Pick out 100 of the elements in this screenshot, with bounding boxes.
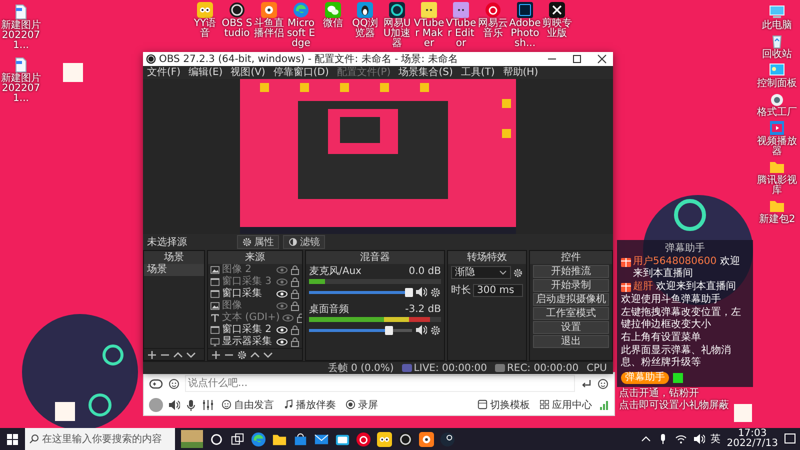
round-logo-icon[interactable] bbox=[440, 432, 455, 446]
lock-icon[interactable] bbox=[290, 277, 300, 287]
cube-face-icon[interactable] bbox=[453, 2, 469, 18]
round-logo-icon[interactable] bbox=[229, 2, 245, 18]
toolbar-button[interactable]: 切换模板 bbox=[475, 398, 532, 412]
clock[interactable]: 17:03 2022/7/13 bbox=[726, 429, 778, 449]
wifi-icon[interactable] bbox=[674, 433, 687, 445]
speaker-icon[interactable] bbox=[692, 433, 705, 445]
paper-square-drawing bbox=[63, 63, 83, 82]
source-item[interactable]: 文本 (GDI+) bbox=[222, 312, 280, 324]
enter-icon[interactable] bbox=[580, 378, 592, 390]
shortcut-label: 网易云音乐 bbox=[477, 19, 509, 39]
ring-logo-icon[interactable] bbox=[389, 2, 405, 18]
down-caret-icon[interactable] bbox=[263, 350, 273, 360]
tip-text: 点击即可设置小礼物屏蔽 bbox=[619, 400, 729, 412]
toolbar-button[interactable]: 应用中心 bbox=[537, 398, 594, 412]
control-button[interactable]: 工作室模式 bbox=[533, 307, 609, 320]
lock-icon[interactable] bbox=[290, 301, 300, 311]
chat-input[interactable]: 说点什么吧... bbox=[185, 375, 575, 392]
penguin-icon[interactable] bbox=[357, 2, 373, 18]
task-view-icon[interactable] bbox=[230, 432, 245, 446]
slider-thumb[interactable] bbox=[385, 326, 394, 334]
file-icon[interactable] bbox=[13, 4, 29, 20]
menu-item[interactable]: 文件(F) bbox=[147, 66, 181, 79]
round-logo-icon[interactable] bbox=[356, 432, 371, 446]
down-caret-icon[interactable] bbox=[186, 350, 196, 360]
toolbar-button[interactable]: 播放伴奏 bbox=[281, 398, 338, 412]
gear-icon[interactable] bbox=[513, 268, 523, 278]
plus-icon[interactable] bbox=[211, 350, 221, 360]
menu-item[interactable]: 视图(V) bbox=[230, 66, 266, 79]
search-placeholder: 在这里输入你要搜索的内容 bbox=[42, 432, 162, 446]
slider-thumb[interactable] bbox=[404, 288, 413, 296]
source-item[interactable]: 窗口采集 2 bbox=[222, 324, 274, 336]
source-item[interactable]: 图像 bbox=[222, 300, 274, 312]
smiley-icon[interactable] bbox=[597, 378, 609, 390]
control-button[interactable]: 退出 bbox=[533, 335, 609, 348]
menu-item[interactable]: 编辑(E) bbox=[188, 66, 223, 79]
source-item[interactable]: 窗口采集 3 bbox=[222, 276, 274, 288]
control-button[interactable]: 启动虚拟摄像机 bbox=[533, 293, 609, 306]
speaker-icon[interactable] bbox=[168, 398, 180, 410]
control-button[interactable]: 设置 bbox=[533, 321, 609, 334]
chat-bubbles-icon[interactable] bbox=[325, 2, 341, 18]
menu-item[interactable]: 帮助(H) bbox=[502, 66, 538, 79]
gear-icon[interactable] bbox=[430, 286, 441, 298]
lock-icon[interactable] bbox=[290, 289, 300, 299]
control-panel-icon[interactable] bbox=[769, 62, 785, 78]
gear-icon[interactable] bbox=[430, 324, 441, 336]
toolbar-button[interactable]: 录屏 bbox=[343, 398, 380, 412]
lens-icon[interactable] bbox=[769, 91, 785, 107]
plus-icon[interactable] bbox=[147, 350, 157, 360]
up-caret-icon[interactable] bbox=[640, 434, 651, 444]
status-text: REC: 00:00:00 bbox=[506, 362, 579, 374]
lock-icon[interactable] bbox=[290, 325, 300, 335]
toolbar-button[interactable]: 自由发言 bbox=[219, 398, 276, 412]
round-logo-icon[interactable] bbox=[398, 432, 413, 446]
chat-message: 用户5648080600 欢迎来到本直播间 bbox=[633, 256, 741, 280]
mascot-icon[interactable] bbox=[261, 2, 277, 18]
up-caret-icon[interactable] bbox=[173, 350, 183, 360]
browser-icon[interactable] bbox=[251, 432, 266, 446]
gear-icon[interactable] bbox=[237, 350, 247, 360]
menu-item[interactable]: 工具(T) bbox=[460, 66, 495, 79]
control-button[interactable]: 开始录制 bbox=[533, 279, 609, 292]
source-item[interactable]: 图像 2 bbox=[222, 264, 274, 276]
speaker-icon[interactable] bbox=[415, 286, 427, 298]
transition-select[interactable]: 渐隐 bbox=[451, 266, 511, 279]
cross-logo-icon[interactable] bbox=[549, 2, 565, 18]
sliders-icon[interactable] bbox=[202, 398, 214, 410]
search-field[interactable]: 在这里输入你要搜索的内容 bbox=[25, 428, 175, 450]
computer-icon[interactable] bbox=[769, 4, 785, 20]
notification-icon[interactable] bbox=[784, 433, 796, 445]
circle-icon[interactable] bbox=[209, 432, 224, 446]
video-icon[interactable] bbox=[769, 120, 785, 136]
source-item[interactable]: 显示器采集 bbox=[222, 336, 274, 348]
microphone-icon[interactable] bbox=[185, 398, 197, 410]
file-icon[interactable] bbox=[13, 57, 29, 73]
avatar[interactable] bbox=[149, 398, 163, 412]
gamepad-icon[interactable] bbox=[149, 376, 163, 390]
lock-icon[interactable] bbox=[290, 337, 300, 347]
lock-icon[interactable] bbox=[290, 265, 300, 275]
cartoon-face-icon[interactable] bbox=[377, 432, 392, 446]
toolbar-button[interactable]: 滤镜 bbox=[283, 235, 325, 249]
speaker-icon[interactable] bbox=[415, 324, 427, 336]
menu-item[interactable]: 场景集合(S) bbox=[398, 66, 453, 79]
volume-slider[interactable] bbox=[309, 288, 412, 296]
control-button[interactable]: 开始推流 bbox=[533, 265, 609, 278]
cube-face-icon[interactable] bbox=[421, 2, 437, 18]
toolbar-button[interactable]: 属性 bbox=[237, 235, 279, 249]
mascot-icon[interactable] bbox=[419, 432, 434, 446]
up-caret-icon[interactable] bbox=[250, 350, 260, 360]
cartoon-face-icon[interactable] bbox=[197, 2, 213, 18]
windows-start-icon[interactable] bbox=[6, 432, 19, 446]
scene-item[interactable]: 场景 bbox=[144, 264, 204, 276]
menu-item[interactable]: 停靠窗口(D) bbox=[273, 66, 329, 79]
input-method-indicator[interactable]: 英 bbox=[710, 432, 721, 446]
store-bag-icon[interactable] bbox=[293, 432, 308, 446]
source-item[interactable]: 窗口采集 bbox=[222, 288, 274, 300]
duration-field[interactable]: 300 ms bbox=[473, 284, 523, 296]
smiley-icon[interactable] bbox=[168, 378, 180, 390]
mail-icon[interactable] bbox=[314, 432, 329, 446]
square-logo-icon[interactable] bbox=[517, 2, 533, 18]
